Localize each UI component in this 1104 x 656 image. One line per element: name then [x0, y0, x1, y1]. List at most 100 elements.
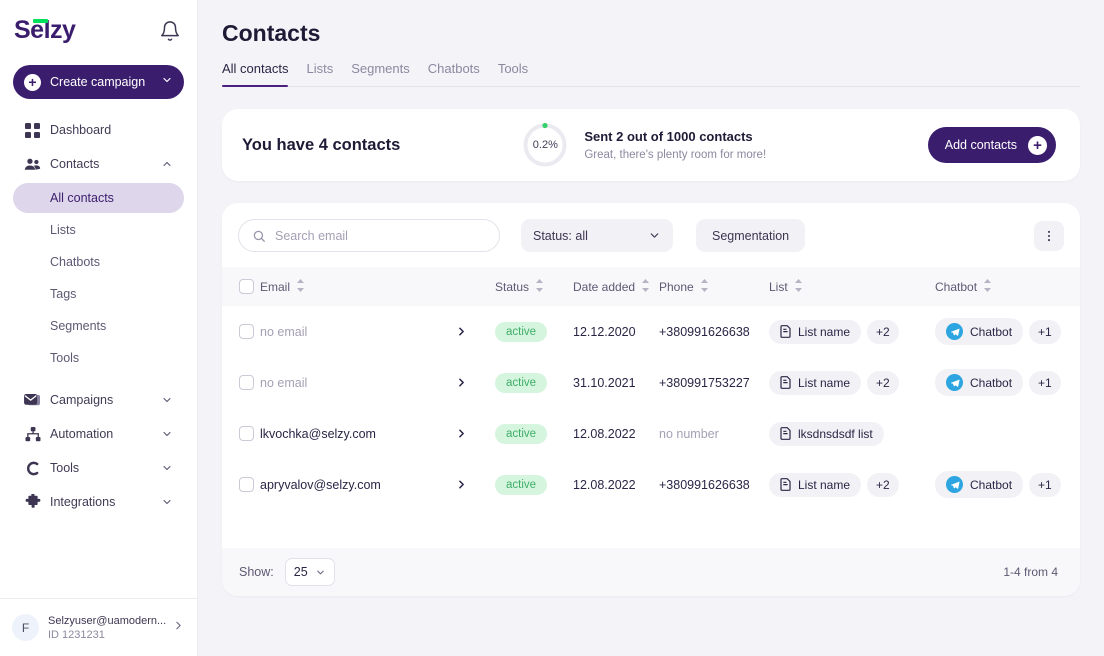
- user-id: ID 1231231: [48, 628, 105, 641]
- column-header-status[interactable]: Status: [495, 267, 573, 306]
- sidebar-item-tools[interactable]: Tools: [13, 451, 184, 485]
- column-header-email[interactable]: Email: [260, 267, 455, 306]
- page-size-select[interactable]: 25: [284, 558, 335, 586]
- date-value: 12.12.2020: [573, 324, 636, 339]
- sidebar-item-contacts[interactable]: Contacts: [13, 147, 184, 181]
- cell-chatbot: [935, 408, 1080, 459]
- table-row[interactable]: apryvalov@selzy.com active 12.08.2022 +3…: [222, 459, 1080, 510]
- sort-icon[interactable]: [535, 278, 544, 295]
- sidebar-item-all-contacts[interactable]: All contacts: [13, 183, 184, 213]
- segmentation-button[interactable]: Segmentation: [696, 219, 806, 252]
- table-header: Email Status Date added Phone List Chatb…: [222, 267, 1080, 306]
- chatbot-more-pill[interactable]: +1: [1029, 370, 1061, 395]
- table-row[interactable]: no email active 31.10.2021 +380991753227: [222, 357, 1080, 408]
- email-value: no email: [260, 324, 308, 339]
- chevron-down-icon: [161, 73, 173, 91]
- pagination-range: 1-4 from 4: [1003, 565, 1058, 579]
- cell-expand: [455, 357, 495, 408]
- quota-percent-label: 0.2%: [532, 139, 558, 151]
- cell-date-added: 12.08.2022: [573, 408, 659, 459]
- cell-chatbot: Chatbot +1: [935, 306, 1080, 357]
- sidebar-item-dashboard[interactable]: Dashboard: [13, 113, 184, 147]
- search-input[interactable]: [275, 228, 486, 243]
- create-campaign-button[interactable]: + Create campaign: [13, 65, 184, 99]
- sidebar-item-lists[interactable]: Lists: [13, 215, 184, 245]
- add-contacts-button[interactable]: Add contacts +: [927, 127, 1056, 163]
- status-badge: active: [495, 423, 548, 444]
- grid-icon: [24, 122, 41, 138]
- column-label: Phone: [659, 279, 694, 294]
- row-checkbox[interactable]: [239, 477, 254, 492]
- chatbot-more-count: +1: [1038, 375, 1052, 390]
- tab-tools[interactable]: Tools: [489, 61, 537, 86]
- tab-lists[interactable]: Lists: [297, 61, 342, 86]
- sidebar-item-integrations[interactable]: Integrations: [13, 485, 184, 519]
- row-checkbox[interactable]: [239, 375, 254, 390]
- row-checkbox[interactable]: [239, 324, 254, 339]
- table-toolbar: Status: all Segmentation: [222, 219, 1080, 252]
- list-name: lksdnsdsdf list: [798, 426, 873, 441]
- column-header-phone[interactable]: Phone: [659, 267, 769, 306]
- chatbot-pill[interactable]: Chatbot: [935, 369, 1024, 396]
- column-header-date-added[interactable]: Date added: [573, 267, 659, 306]
- row-checkbox[interactable]: [239, 426, 254, 441]
- table-row[interactable]: no email active 12.12.2020 +380991626638: [222, 306, 1080, 357]
- search-email-box[interactable]: [238, 219, 500, 252]
- column-label: Status: [495, 279, 530, 294]
- select-all-header: [222, 267, 260, 306]
- sidebar-item-chatbots[interactable]: Chatbots: [13, 247, 184, 277]
- user-account-button[interactable]: F Selzyuser@uamodern... ID 1231231: [0, 598, 197, 656]
- chatbot-name: Chatbot: [970, 324, 1013, 339]
- sidebar-item-tools[interactable]: Tools: [13, 343, 184, 373]
- people-icon: [24, 157, 41, 172]
- chevron-right-icon[interactable]: [455, 478, 495, 491]
- expand-column-header: [455, 267, 495, 306]
- kebab-menu-icon[interactable]: [1034, 220, 1064, 251]
- list-pill[interactable]: List name: [769, 370, 862, 395]
- sort-icon[interactable]: [794, 278, 803, 295]
- sort-icon[interactable]: [700, 278, 709, 295]
- list-more-pill[interactable]: +2: [867, 319, 899, 344]
- chevron-right-icon[interactable]: [455, 427, 495, 440]
- sidebar-item-automation[interactable]: Automation: [13, 417, 184, 451]
- chatbot-more-pill[interactable]: +1: [1029, 472, 1061, 497]
- tab-label: Segments: [351, 61, 410, 76]
- sort-icon[interactable]: [296, 278, 305, 295]
- chevron-right-icon[interactable]: [455, 325, 495, 338]
- contacts-subnav: All contacts Lists Chatbots Tags Segment…: [0, 183, 197, 373]
- tab-chatbots[interactable]: Chatbots: [419, 61, 489, 86]
- sidebar-item-tags[interactable]: Tags: [13, 279, 184, 309]
- list-more-pill[interactable]: +2: [867, 370, 899, 395]
- list-more-pill[interactable]: +2: [867, 472, 899, 497]
- list-pill[interactable]: lksdnsdsdf list: [769, 421, 884, 446]
- cell-expand: [455, 408, 495, 459]
- column-header-chatbot[interactable]: Chatbot: [935, 267, 1080, 306]
- chatbot-more-pill[interactable]: +1: [1029, 319, 1061, 344]
- sidebar-subitem-label: Chatbots: [50, 255, 101, 269]
- chatbot-pill[interactable]: Chatbot: [935, 318, 1024, 345]
- chatbot-pill[interactable]: Chatbot: [935, 471, 1024, 498]
- chevron-up-icon: [161, 158, 173, 170]
- sort-icon[interactable]: [641, 278, 650, 295]
- status-filter-dropdown[interactable]: Status: all: [521, 219, 673, 252]
- bell-icon[interactable]: [159, 20, 181, 42]
- contacts-summary-banner: You have 4 contacts 0.2% Sent 2 out of 1…: [222, 109, 1080, 181]
- table-row[interactable]: lkvochka@selzy.com active 12.08.2022 no …: [222, 408, 1080, 459]
- select-all-checkbox[interactable]: [239, 279, 254, 294]
- tab-segments[interactable]: Segments: [342, 61, 419, 86]
- list-more-count: +2: [876, 375, 890, 390]
- list-more-count: +2: [876, 477, 890, 492]
- cell-date-added: 12.08.2022: [573, 459, 659, 510]
- sidebar-item-campaigns[interactable]: Campaigns: [13, 383, 184, 417]
- column-header-list[interactable]: List: [769, 267, 935, 306]
- sidebar-item-segments[interactable]: Segments: [13, 311, 184, 341]
- sidebar-subitem-label: Tags: [50, 287, 77, 301]
- sort-icon[interactable]: [983, 278, 992, 295]
- brand-logo[interactable]: Selzy: [14, 18, 76, 43]
- list-pill[interactable]: List name: [769, 319, 862, 344]
- list-pill[interactable]: List name: [769, 472, 862, 497]
- tab-all-contacts[interactable]: All contacts: [222, 61, 297, 87]
- chatbot-name: Chatbot: [970, 375, 1013, 390]
- chevron-right-icon[interactable]: [455, 376, 495, 389]
